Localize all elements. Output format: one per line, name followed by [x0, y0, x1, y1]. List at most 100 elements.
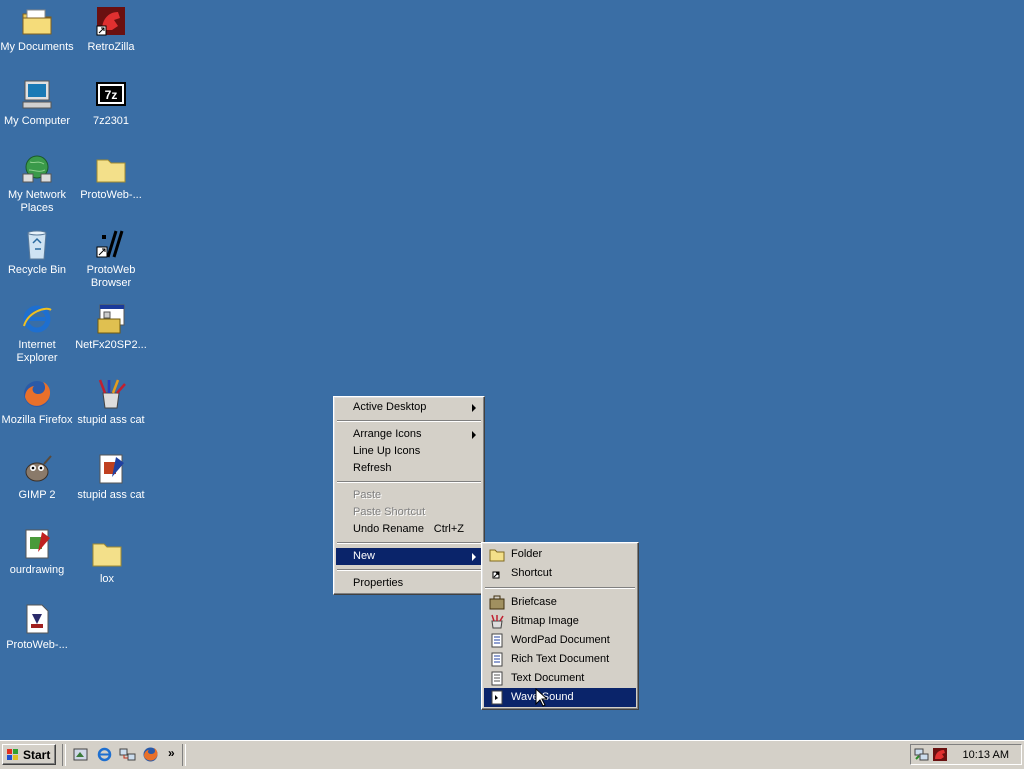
desktop-icon-label: lox	[99, 573, 115, 585]
desktop-icon-label: stupid ass cat	[77, 489, 145, 501]
desktop-icon-label: ProtoWeb-...	[80, 189, 142, 201]
desktop-icon-label: Internet Explorer	[16, 339, 58, 364]
desktop-icon-label: GIMP 2	[18, 489, 56, 501]
firefox-icon[interactable]	[142, 746, 159, 763]
desktop-icon-recycle-bin[interactable]: Recycle Bin	[0, 227, 74, 277]
drawing-file-icon	[25, 529, 50, 559]
desktop-icon-label: My Computer	[3, 115, 71, 127]
menu-separator	[337, 569, 481, 571]
start-button[interactable]: Start	[2, 744, 56, 765]
system-tray: 10:13 AM	[910, 744, 1022, 765]
menu-item-paste-shortcut: Paste Shortcut	[353, 506, 426, 518]
menu-item-arrange-icons[interactable]: Arrange Icons	[336, 426, 482, 443]
desktop-icon-label: RetroZilla	[87, 41, 135, 53]
desktop-icon-netfx20sp2[interactable]: NetFx20SP2...	[74, 302, 148, 352]
desktop-icon-retrozilla[interactable]: RetroZilla	[74, 4, 148, 54]
desktop-icon-stupid-ass-cat-1[interactable]: stupid ass cat	[74, 377, 148, 427]
firefox-icon	[24, 381, 51, 407]
rich-text-document-icon	[491, 652, 503, 667]
internet-explorer-icon[interactable]	[96, 746, 113, 763]
desktop-icon-label: Mozilla Firefox	[1, 414, 73, 426]
svg-text:7z: 7z	[105, 88, 118, 102]
new-submenu: Folder Shortcut Briefcase Bitmap Image W…	[481, 542, 639, 710]
menu-item-paste: Paste	[353, 489, 382, 501]
network-connection-icon[interactable]	[914, 747, 930, 762]
folder-icon	[96, 159, 126, 183]
wordpad-document-icon	[491, 633, 503, 648]
toolbar-grip[interactable]	[62, 744, 66, 766]
windows-logo-icon	[7, 749, 18, 760]
desktop-icon-my-network-places[interactable]: My Network Places	[0, 152, 74, 215]
submenu-arrow-icon	[472, 553, 476, 561]
desktop-icon-label: ProtoWeb Browser	[86, 264, 136, 289]
submenu-arrow-icon	[472, 404, 476, 412]
desktop-icon-internet-explorer[interactable]: Internet Explorer	[0, 302, 74, 365]
protoweb-browser-icon	[96, 230, 124, 258]
desktop-icon-stupid-ass-cat-2[interactable]: stupid ass cat	[74, 452, 148, 502]
menu-separator	[337, 542, 481, 544]
menu-item-line-up-icons[interactable]: Line Up Icons	[336, 443, 482, 460]
menu-separator	[337, 420, 481, 422]
paint-icon	[491, 614, 504, 629]
briefcase-icon	[489, 595, 505, 610]
network-places-icon	[22, 155, 52, 183]
toolbar-grip[interactable]	[182, 744, 186, 766]
show-desktop-icon[interactable]	[72, 746, 89, 763]
menu-separator	[337, 481, 481, 483]
paintbrush-cup-icon	[98, 379, 126, 409]
shortcut-icon	[492, 571, 500, 579]
my-computer-icon	[22, 80, 52, 109]
submenu-item-folder[interactable]: Folder	[484, 545, 636, 564]
mouse-cursor-icon	[535, 688, 547, 707]
desktop-icon-label: 7z2301	[92, 115, 130, 127]
submenu-item-bitmap-image[interactable]: Bitmap Image	[484, 612, 636, 631]
submenu-item-rich-text-document[interactable]: Rich Text Document	[484, 650, 636, 669]
desktop-icon-protoweb-browser[interactable]: ProtoWeb Browser	[74, 227, 148, 290]
7zip-icon: 7z	[96, 82, 126, 106]
desktop-icon-mozilla-firefox[interactable]: Mozilla Firefox	[0, 377, 74, 427]
submenu-item-text-document[interactable]: Text Document	[484, 669, 636, 688]
desktop-icon-my-computer[interactable]: My Computer	[0, 78, 74, 128]
menu-item-properties[interactable]: Properties	[336, 575, 482, 592]
shortcut-key-label: Ctrl+Z	[433, 523, 464, 535]
desktop-icon-gimp-2[interactable]: GIMP 2	[0, 452, 74, 502]
installer-icon	[97, 304, 125, 334]
menu-item-active-desktop[interactable]: Active Desktop	[336, 399, 482, 416]
menu-separator	[485, 587, 635, 589]
drawing-file-icon	[99, 454, 124, 484]
submenu-item-briefcase[interactable]: Briefcase	[484, 593, 636, 612]
desktop-icon-label: My Documents	[0, 41, 74, 53]
taskbar: Start » 10:13 AM	[0, 740, 1024, 769]
menu-item-undo-rename[interactable]: Undo Rename Ctrl+Z	[336, 521, 482, 538]
quick-launch-overflow-button[interactable]: »	[168, 746, 175, 760]
my-documents-icon	[22, 9, 52, 35]
desktop-icon-label: NetFx20SP2...	[75, 339, 147, 351]
wave-sound-icon	[491, 690, 503, 705]
taskbar-clock[interactable]: 10:13 AM	[963, 749, 1009, 761]
menu-item-refresh[interactable]: Refresh	[336, 460, 482, 477]
desktop-icon-protoweb-folder[interactable]: ProtoWeb-...	[74, 152, 148, 202]
network-explorer-icon[interactable]	[119, 746, 136, 763]
html-file-icon	[26, 604, 49, 634]
desktop-context-menu: Active Desktop Arrange Icons Line Up Ico…	[333, 396, 485, 595]
retrozilla-tray-icon[interactable]	[932, 747, 948, 762]
desktop-icon-label: My Network Places	[7, 189, 67, 214]
submenu-item-wordpad-document[interactable]: WordPad Document	[484, 631, 636, 650]
desktop-icon-lox[interactable]: lox	[70, 536, 144, 586]
submenu-item-shortcut[interactable]: Shortcut	[484, 564, 636, 583]
desktop-icon-label: Recycle Bin	[7, 264, 67, 276]
text-document-icon	[491, 671, 503, 686]
desktop-icon-7z2301[interactable]: 7z 7z2301	[74, 78, 148, 128]
submenu-item-wave-sound[interactable]: Wave Sound	[484, 688, 636, 707]
desktop-icon-my-documents[interactable]: My Documents	[0, 4, 74, 54]
menu-item-new[interactable]: New	[336, 548, 482, 565]
submenu-arrow-icon	[472, 431, 476, 439]
desktop-icon-protoweb-file[interactable]: ProtoWeb-...	[0, 602, 74, 652]
desktop-icon-label: ProtoWeb-...	[6, 639, 68, 651]
internet-explorer-icon	[23, 305, 52, 333]
recycle-bin-icon	[27, 230, 47, 260]
desktop-icon-ourdrawing[interactable]: ourdrawing	[0, 527, 74, 577]
retrozilla-icon	[96, 7, 125, 36]
desktop-icon-label: ourdrawing	[9, 564, 65, 576]
folder-icon	[92, 543, 122, 567]
